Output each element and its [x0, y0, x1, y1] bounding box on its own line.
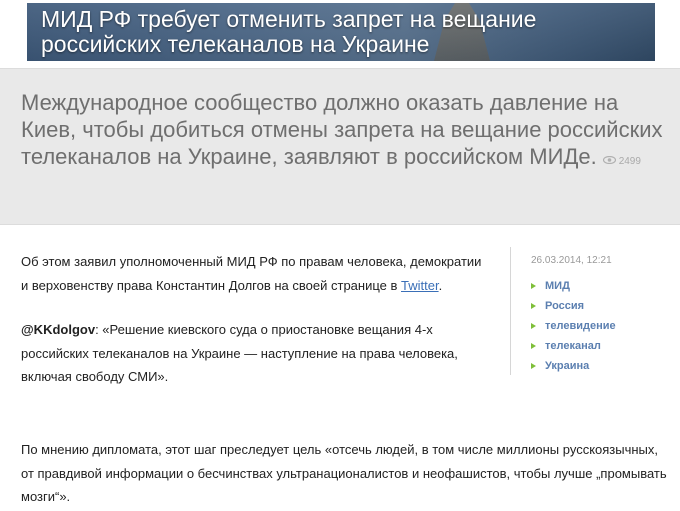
view-counter: 2499	[602, 155, 641, 167]
view-count: 2499	[618, 156, 641, 167]
article-lead-box: Международное сообщество должно оказать …	[0, 68, 680, 225]
twitter-link[interactable]: Twitter	[401, 278, 439, 293]
arrow-icon	[531, 283, 536, 289]
tag-list: МИД Россия телевидение телеканал Украина	[531, 276, 680, 376]
tag-item-television[interactable]: телевидение	[531, 316, 680, 336]
paragraph-1-end: .	[438, 277, 443, 293]
tag-label: Россия	[545, 300, 585, 312]
tag-item-mid[interactable]: МИД	[531, 276, 680, 296]
tag-label: телевидение	[545, 320, 616, 332]
article-sidebar: 26.03.2014, 12:21 МИД Россия телевидение…	[510, 247, 680, 375]
twitter-handle: @KKdolgov	[21, 322, 96, 337]
arrow-icon	[531, 303, 536, 309]
arrow-icon	[531, 323, 536, 329]
article-lead: Международное сообщество должно оказать …	[21, 89, 671, 175]
tag-label: Украина	[545, 360, 590, 372]
arrow-icon	[531, 363, 536, 369]
paragraph-3: По мнению дипломата, этот шаг преследует…	[21, 442, 667, 504]
tag-item-ukraine[interactable]: Украина	[531, 356, 680, 376]
tag-item-russia[interactable]: Россия	[531, 296, 680, 316]
lead-text: Международное сообщество должно оказать …	[21, 90, 663, 169]
article-title-line1: МИД РФ требует отменить запрет на вещани…	[41, 6, 537, 32]
publish-date: 26.03.2014, 12:21	[531, 255, 612, 266]
eye-icon	[602, 148, 616, 175]
paragraph-2: @KKdolgov: «Решение киевского суда о при…	[21, 318, 483, 389]
article-title-line2: российских телеканалов на Украине	[41, 31, 430, 57]
tag-label: МИД	[545, 280, 570, 292]
article-body: Об этом заявил уполномоченный МИД РФ по …	[21, 250, 483, 410]
article-header-banner: МИД РФ требует отменить запрет на вещани…	[27, 3, 655, 61]
tag-label: телеканал	[545, 340, 601, 352]
paragraph-1: Об этом заявил уполномоченный МИД РФ по …	[21, 250, 483, 297]
arrow-icon	[531, 343, 536, 349]
article-title: МИД РФ требует отменить запрет на вещани…	[41, 7, 536, 57]
tag-item-tv-channel[interactable]: телеканал	[531, 336, 680, 356]
